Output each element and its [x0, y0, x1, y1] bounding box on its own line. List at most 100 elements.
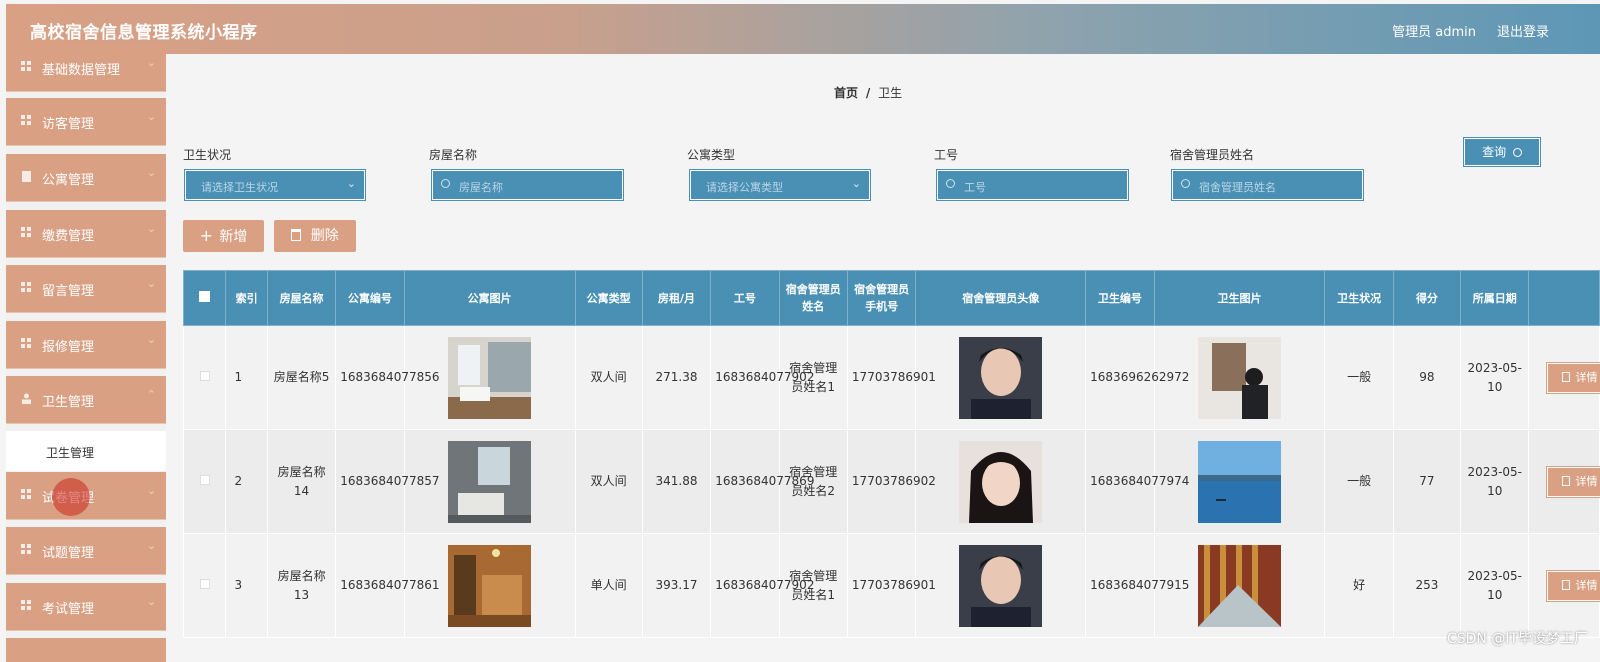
select-all-checkbox[interactable] — [199, 290, 211, 302]
apartment-no-cell: 1683684077861 — [335, 533, 440, 638]
column-header: 卫生状况 — [1324, 270, 1394, 326]
detail-button[interactable]: 详情 — [1546, 465, 1600, 498]
column-header: 宿舍管理员头像 — [915, 270, 1087, 326]
detail-button-label: 详情 — [1575, 474, 1598, 488]
row-checkbox-cell — [182, 533, 227, 638]
column-header: 所属日期 — [1460, 270, 1530, 326]
search-icon — [946, 179, 955, 188]
score-cell: 98 — [1392, 325, 1462, 430]
search-icon — [1512, 148, 1522, 157]
detail-button[interactable]: 详情 — [1546, 361, 1600, 394]
document-icon — [1562, 371, 1571, 382]
grid-icon — [21, 544, 32, 555]
hygiene-photo — [1197, 440, 1281, 523]
add-button-label: 新增 — [219, 229, 248, 245]
trash-icon — [291, 229, 302, 241]
table-header-row: 索引 房屋名称 公寓编号 公寓图片 公寓类型 房租/月 工号 宿舍管理员姓名 宿… — [182, 270, 1600, 326]
sidebar-item-visitors[interactable]: 访客管理 ⌄ — [6, 98, 166, 146]
row-checkbox[interactable] — [199, 579, 210, 589]
apartment-photo — [448, 336, 532, 419]
detail-button[interactable]: 详情 — [1546, 569, 1600, 602]
input-placeholder: 宿舍管理员姓名 — [1199, 181, 1276, 194]
search-icon — [1181, 179, 1190, 188]
sidebar-item-apartments[interactable]: 公寓管理 ⌄ — [6, 154, 166, 202]
work-no-input[interactable]: 工号 — [936, 169, 1129, 201]
sidebar-item-payments[interactable]: 缴费管理 ⌄ — [6, 210, 166, 258]
chevron-down-icon: ⌄ — [146, 166, 156, 179]
document-icon — [1562, 579, 1571, 590]
column-header: 宿舍管理员姓名 — [778, 270, 848, 326]
app-frame: 高校宿舍信息管理系统小程序 管理员 admin 退出登录 基础数据管理 ⌄ 访客… — [6, 4, 1600, 662]
chevron-down-icon: ⌄ — [146, 484, 156, 497]
actions-header — [1528, 270, 1600, 326]
filter-label-apartment-type: 公寓类型 — [687, 148, 736, 162]
query-button[interactable]: 查询 — [1463, 137, 1541, 167]
apartment-type-select[interactable]: 请选择公寓类型 ⌄ — [689, 169, 871, 201]
column-header: 索引 — [225, 270, 268, 326]
grid-icon — [21, 115, 32, 126]
chevron-down-icon: ⌄ — [346, 177, 356, 190]
sidebar: 基础数据管理 ⌄ 访客管理 ⌄ 公寓管理 ⌄ 缴费管理 ⌄ 留言管理 ⌄ 报修管… — [6, 44, 166, 662]
breadcrumb-current: 卫生 — [878, 86, 903, 100]
apartment-type-cell: 双人间 — [574, 325, 643, 430]
detail-button-label: 详情 — [1575, 370, 1598, 384]
filter-label-manager-name: 宿舍管理员姓名 — [1170, 148, 1255, 162]
work-no-cell: 1683684077902 — [710, 325, 814, 430]
select-all-header — [182, 270, 227, 326]
manager-avatar — [959, 544, 1043, 627]
delete-button[interactable]: 删除 — [274, 220, 356, 252]
work-no-cell: 1683684077869 — [710, 429, 814, 534]
column-header: 宿舍管理员手机号 — [846, 270, 917, 326]
sidebar-item-hygiene[interactable]: 卫生管理 ⌃ — [6, 376, 166, 424]
sidebar-subitem-hygiene[interactable]: 卫生管理 — [6, 431, 166, 471]
table-row: 1 房屋名称5 1683684077856 双人间 271.38 1683684… — [182, 325, 1600, 430]
manager-phone-cell: 17703786901 — [846, 325, 936, 430]
column-header: 卫生编号 — [1085, 270, 1155, 326]
sidebar-item-questions[interactable]: 试题管理 ⌄ — [6, 527, 166, 575]
house-name-cell: 房屋名称13 — [266, 533, 337, 638]
index-cell: 2 — [225, 429, 268, 534]
row-checkbox-cell — [182, 325, 227, 430]
sidebar-item-messages[interactable]: 留言管理 ⌄ — [6, 265, 166, 313]
column-header: 工号 — [710, 270, 780, 326]
sidebar-item-exams[interactable]: 考试管理 ⌄ — [6, 583, 166, 631]
sidebar-item-label: 考试管理 — [42, 602, 95, 617]
sidebar-item-basic-data[interactable]: 基础数据管理 ⌄ — [6, 44, 166, 92]
grid-icon — [21, 282, 32, 293]
sidebar-item-more[interactable] — [6, 638, 166, 662]
index-cell: 3 — [225, 533, 268, 638]
breadcrumb: 首页 / 卫生 — [834, 84, 902, 101]
chevron-down-icon: ⌄ — [146, 56, 156, 69]
apartment-type-cell: 双人间 — [574, 429, 643, 534]
hygiene-status-cell: 一般 — [1324, 325, 1394, 430]
sidebar-item-label: 卫生管理 — [42, 395, 95, 410]
hygiene-status-select[interactable]: 请选择卫生状况 ⌄ — [184, 169, 366, 201]
chevron-down-icon: ⌄ — [146, 595, 156, 608]
manager-name-input[interactable]: 宿舍管理员姓名 — [1171, 169, 1364, 201]
sidebar-item-label: 报修管理 — [42, 340, 95, 355]
actions-cell: 详情 — [1528, 325, 1600, 430]
row-checkbox[interactable] — [199, 371, 210, 381]
house-name-input[interactable]: 房屋名称 — [431, 169, 624, 201]
hygiene-photo — [1197, 336, 1281, 419]
hygiene-status-cell: 好 — [1324, 533, 1394, 638]
sidebar-subitem-label: 卫生管理 — [46, 446, 95, 460]
select-placeholder: 请选择公寓类型 — [706, 181, 783, 194]
admin-label[interactable]: 管理员 admin — [1392, 21, 1476, 40]
filter-label-hygiene-status: 卫生状况 — [183, 148, 232, 162]
grid-icon — [21, 489, 32, 500]
sidebar-item-label: 基础数据管理 — [42, 63, 121, 78]
building-icon — [21, 171, 32, 182]
logout-link[interactable]: 退出登录 — [1497, 21, 1549, 40]
sidebar-item-repairs[interactable]: 报修管理 ⌄ — [6, 321, 166, 369]
breadcrumb-home[interactable]: 首页 — [834, 86, 858, 100]
house-name-cell: 房屋名称5 — [266, 325, 337, 430]
column-header: 得分 — [1392, 270, 1462, 326]
filter-label-house-name: 房屋名称 — [429, 148, 478, 162]
row-checkbox[interactable] — [199, 475, 210, 485]
date-cell: 2023-05-10 — [1460, 325, 1530, 430]
hygiene-no-cell: 1683684077974 — [1085, 429, 1189, 534]
column-header: 房租/月 — [641, 270, 712, 326]
add-button[interactable]: + 新增 — [183, 220, 264, 252]
grid-icon — [21, 338, 32, 349]
